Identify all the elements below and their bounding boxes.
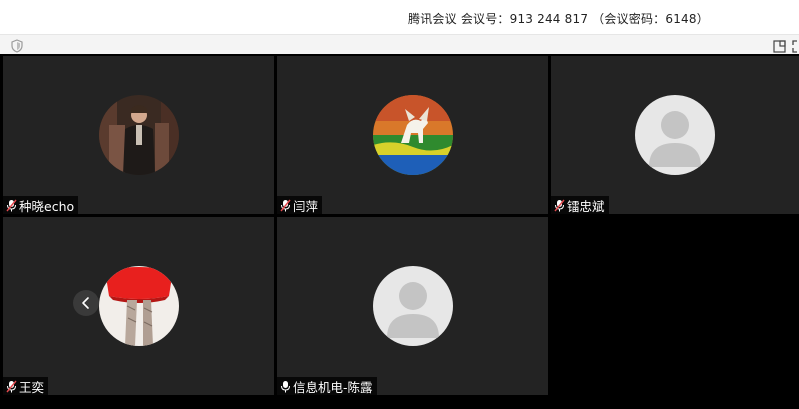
participant-name: 王奕 [19, 379, 45, 395]
default-avatar-icon [372, 266, 453, 346]
participant-tile[interactable]: 闫萍 [277, 56, 548, 214]
avatar [98, 266, 179, 346]
chevron-left-icon [82, 297, 89, 309]
previous-page-button[interactable] [73, 290, 99, 316]
participant-tile[interactable]: 信息机电-陈露 [277, 217, 548, 395]
participant-name-tag: 王奕 [3, 377, 49, 395]
default-avatar-icon [635, 95, 715, 175]
participant-name-tag: 闫萍 [277, 196, 323, 214]
avatar [372, 95, 453, 175]
mic-on-icon [281, 380, 290, 392]
mic-muted-icon [280, 199, 291, 211]
meeting-title: 腾讯会议 会议号：913 244 817 （会议密码：6148） [408, 12, 709, 26]
participant-name-tag: 镭忠斌 [551, 196, 609, 214]
title-bar: 腾讯会议 会议号：913 244 817 （会议密码：6148） [0, 0, 799, 34]
avatar [98, 95, 179, 175]
shield-icon[interactable] [10, 38, 24, 53]
participant-name: 信息机电-陈露 [293, 379, 373, 395]
mic-muted-icon [554, 199, 565, 211]
layout-icon[interactable] [773, 38, 786, 53]
participant-tile[interactable]: 王奕 [3, 217, 274, 395]
participant-name: 镭忠斌 [567, 198, 605, 214]
mic-muted-icon [6, 380, 17, 392]
participant-name-tag: 种晓echo [3, 196, 79, 214]
participant-name-tag: 信息机电-陈露 [277, 377, 377, 395]
participant-name: 种晓echo [19, 198, 75, 214]
video-grid: 种晓echo 闫萍 镭忠斌 王奕 信息机电-陈露 [0, 54, 799, 409]
fullscreen-icon[interactable] [792, 38, 799, 53]
participant-tile[interactable]: 镭忠斌 [551, 56, 799, 214]
participant-tile[interactable]: 种晓echo [3, 56, 274, 214]
mic-muted-icon [6, 199, 17, 211]
participant-name: 闫萍 [293, 198, 319, 214]
toolbar [0, 34, 799, 54]
